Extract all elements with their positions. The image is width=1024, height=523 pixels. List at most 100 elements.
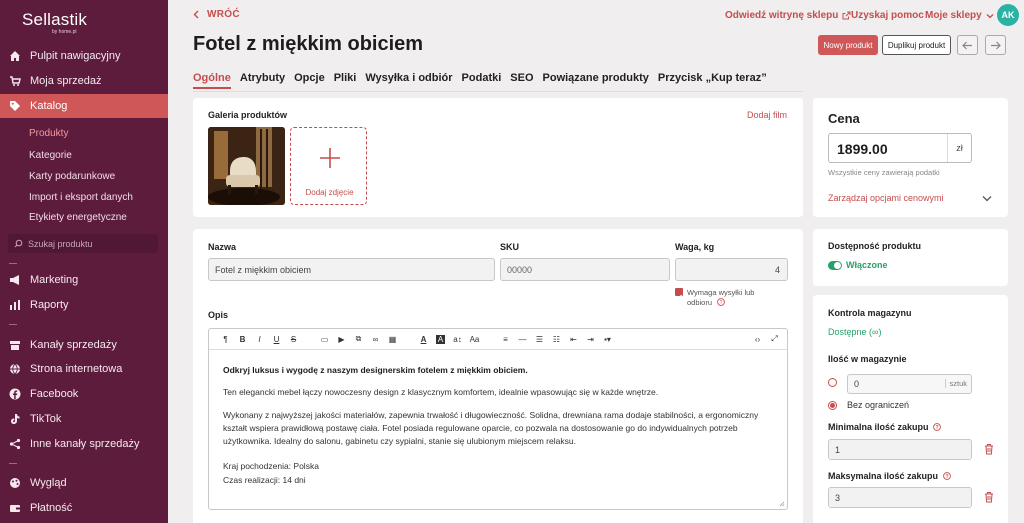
- background-color-icon[interactable]: A: [436, 334, 445, 344]
- sidebar-item-channels[interactable]: Kanały sprzedaży: [0, 333, 168, 357]
- duplicate-product-button[interactable]: Duplikuj produkt: [882, 35, 951, 55]
- tab-attributes[interactable]: Atrybuty: [240, 72, 285, 89]
- avatar[interactable]: AK: [997, 4, 1019, 26]
- image-icon[interactable]: ▭: [316, 335, 333, 344]
- unlimited-stock-radio[interactable]: [828, 401, 837, 410]
- description-editor[interactable]: ¶ B I U S ▭ ▶ ⧉ ∞ ▦ A A a↕ Aa ≡ — ☰ ☷ ⇤ …: [208, 328, 788, 510]
- horizontal-rule-icon[interactable]: —: [514, 335, 531, 344]
- weight-input[interactable]: 4: [675, 258, 788, 281]
- limited-stock-radio[interactable]: [828, 378, 837, 387]
- help-icon[interactable]: ?: [942, 472, 951, 480]
- shipping-required-label-text: odbioru: [687, 298, 713, 307]
- tab-shipping[interactable]: Wysyłka i odbiór: [365, 72, 452, 89]
- max-quantity-input[interactable]: 3: [828, 487, 972, 508]
- new-product-button[interactable]: Nowy produkt: [818, 35, 878, 55]
- availability-card: [813, 229, 1008, 286]
- sidebar-item-other-channels[interactable]: Inne kanały sprzedaży: [0, 432, 168, 456]
- product-photo[interactable]: [208, 127, 285, 205]
- sidebar-subitem-energy-labels[interactable]: Etykiety energetyczne: [29, 212, 127, 223]
- numbered-list-icon[interactable]: ☷: [548, 335, 565, 344]
- stock-quantity-input[interactable]: 0 sztuk: [847, 374, 972, 394]
- sidebar-item-payment[interactable]: Płatność: [0, 496, 168, 520]
- sidebar-item-facebook[interactable]: Facebook: [0, 382, 168, 406]
- italic-icon[interactable]: I: [251, 335, 268, 344]
- availability-toggle[interactable]: [828, 261, 842, 270]
- sidebar-item-dashboard[interactable]: Pulpit nawigacyjny: [0, 44, 168, 68]
- shipping-required-checkbox[interactable]: [675, 288, 683, 300]
- visit-store-link[interactable]: Odwiedź witrynę sklepu: [725, 10, 851, 21]
- tab-buy-now[interactable]: Przycisk „Kup teraz”: [658, 72, 767, 89]
- outdent-icon[interactable]: ⇤: [565, 335, 582, 344]
- svg-text:?: ?: [945, 474, 948, 480]
- previous-product-button[interactable]: [957, 35, 978, 55]
- text-case-icon[interactable]: Aa: [466, 335, 483, 344]
- code-view-icon[interactable]: ‹›: [749, 335, 766, 344]
- sidebar-item-reports[interactable]: Raporty: [0, 293, 168, 317]
- add-video-link[interactable]: Dodaj film: [747, 110, 787, 120]
- align-icon[interactable]: ≡: [497, 335, 514, 344]
- search-placeholder: Szukaj produktu: [28, 238, 93, 249]
- price-input[interactable]: 1899.00 zł: [828, 133, 972, 163]
- editor-toolbar: ¶ B I U S ▭ ▶ ⧉ ∞ ▦ A A a↕ Aa ≡ — ☰ ☷ ⇤ …: [209, 329, 787, 350]
- strikethrough-icon[interactable]: S: [285, 335, 302, 344]
- plus-icon: [319, 146, 341, 174]
- manage-price-options-link[interactable]: Zarządzaj opcjami cenowymi: [828, 193, 944, 203]
- min-quantity-input[interactable]: 1: [828, 439, 972, 460]
- sidebar-item-sales[interactable]: Moja sprzedaż: [0, 69, 168, 93]
- svg-text:?: ?: [720, 300, 723, 306]
- help-link[interactable]: Uzyskaj pomoc: [851, 10, 924, 21]
- sku-input[interactable]: 00000: [500, 258, 670, 281]
- video-icon[interactable]: ▶: [333, 335, 350, 344]
- sidebar-item-website[interactable]: Strona internetowa: [0, 357, 168, 381]
- sidebar-item-marketing[interactable]: Marketing: [0, 268, 168, 292]
- trash-icon[interactable]: [984, 443, 994, 455]
- tab-related-products[interactable]: Powiązane produkty: [543, 72, 649, 89]
- chevron-down-icon: [986, 13, 994, 18]
- arrow-left-icon: [962, 41, 972, 49]
- chevron-down-icon[interactable]: [982, 195, 992, 202]
- indent-icon[interactable]: ⇥: [582, 335, 599, 344]
- brand-logo[interactable]: Sellastik: [22, 10, 87, 30]
- my-stores-dropdown[interactable]: Moje sklepy: [925, 10, 994, 21]
- sidebar-item-tiktok[interactable]: TikTok: [0, 407, 168, 431]
- sidebar-subitem-categories[interactable]: Kategorie: [29, 150, 72, 161]
- bold-icon[interactable]: B: [234, 335, 251, 344]
- tabs-divider: [193, 91, 803, 92]
- check-icon: [676, 294, 682, 300]
- help-icon[interactable]: ?: [933, 423, 941, 431]
- tab-seo[interactable]: SEO: [510, 72, 533, 89]
- trash-icon[interactable]: [984, 491, 994, 503]
- name-input[interactable]: Fotel z miękkim obiciem: [208, 258, 495, 281]
- back-link[interactable]: WRÓĆ: [193, 9, 240, 20]
- embed-icon[interactable]: ⧉: [350, 334, 367, 344]
- tab-files[interactable]: Pliki: [334, 72, 357, 89]
- sidebar-subitem-products[interactable]: Produkty: [29, 128, 68, 139]
- next-product-button[interactable]: [985, 35, 1006, 55]
- underline-icon[interactable]: U: [268, 335, 285, 344]
- bullet-list-icon[interactable]: ☰: [531, 335, 548, 344]
- font-color-icon[interactable]: A: [415, 335, 432, 344]
- sidebar-search-input[interactable]: Szukaj produktu: [8, 234, 158, 253]
- description-paragraph-2-line-3: użytkownika. Idealny do salonu, gabinetu…: [223, 436, 576, 446]
- more-icon[interactable]: ▪▾: [599, 335, 616, 344]
- sidebar-item-appearance[interactable]: Wygląd: [0, 471, 168, 495]
- font-size-icon[interactable]: a↕: [449, 335, 466, 344]
- link-icon[interactable]: ∞: [367, 335, 384, 344]
- tab-taxes[interactable]: Podatki: [462, 72, 502, 89]
- add-photo-button[interactable]: Dodaj zdjęcie: [290, 127, 367, 205]
- tab-general[interactable]: Ogólne: [193, 72, 231, 89]
- table-icon[interactable]: ▦: [384, 335, 401, 344]
- min-quantity-label-text: Minimalna ilość zakupu: [828, 422, 929, 432]
- stock-unit: sztuk: [945, 379, 967, 388]
- sidebar-subitem-import-export[interactable]: Import i eksport danych: [29, 192, 133, 203]
- tab-options[interactable]: Opcje: [294, 72, 325, 89]
- help-icon[interactable]: ?: [717, 298, 725, 306]
- availability-label: Dostępność produktu: [828, 241, 922, 251]
- fullscreen-icon[interactable]: ⤢: [766, 334, 783, 344]
- resize-handle-icon[interactable]: [779, 501, 785, 507]
- paragraph-icon[interactable]: ¶: [217, 335, 234, 344]
- description-paragraph-1: Ten elegancki mebel łączy nowoczesny des…: [223, 387, 659, 397]
- sidebar-subitem-gift-cards[interactable]: Karty podarunkowe: [29, 171, 115, 182]
- sidebar-item-catalog[interactable]: Katalog: [0, 94, 168, 118]
- bar-chart-icon: [8, 298, 22, 312]
